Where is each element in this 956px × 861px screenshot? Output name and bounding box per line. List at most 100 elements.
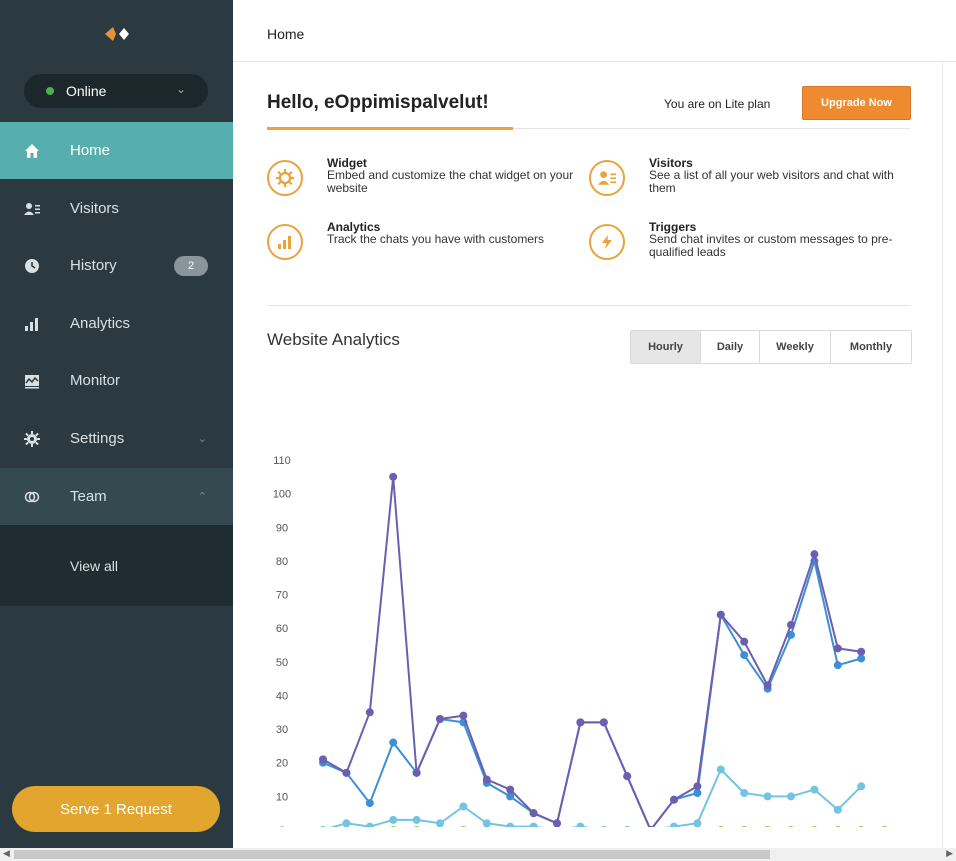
data-point: [718, 826, 724, 827]
range-tabs: Hourly Daily Weekly Monthly: [630, 330, 912, 364]
scroll-right-arrow-icon[interactable]: ▶: [946, 848, 953, 859]
data-point: [576, 822, 585, 827]
tab-hourly[interactable]: Hourly: [631, 331, 701, 363]
data-point: [365, 708, 374, 717]
y-tick-label: 80: [276, 556, 288, 568]
gear-icon: [267, 160, 303, 196]
data-point: [693, 819, 702, 827]
feature-description: Send chat invites or custom messages to …: [649, 232, 893, 259]
feature-description: Embed and customize the chat widget on y…: [327, 168, 574, 195]
data-point: [624, 826, 630, 827]
upgrade-button[interactable]: Upgrade Now: [802, 86, 911, 120]
clock-icon: [24, 258, 40, 274]
y-tick-label: 110: [273, 455, 291, 467]
data-point: [833, 644, 842, 653]
data-point: [857, 782, 866, 791]
data-point: [553, 819, 561, 827]
y-tick-label: 50: [276, 657, 288, 669]
data-point: [320, 826, 326, 827]
data-point: [412, 768, 421, 777]
visitors-icon: [24, 201, 40, 217]
data-point: [413, 826, 420, 827]
data-point: [529, 822, 538, 827]
sidebar-item-label: Home: [70, 142, 111, 159]
data-point: [506, 785, 515, 794]
y-tick-label: 20: [276, 758, 288, 770]
data-point: [390, 826, 396, 827]
data-point: [693, 782, 702, 791]
sidebar-item-label: Visitors: [70, 200, 119, 217]
data-point: [670, 795, 678, 804]
data-point: [365, 799, 374, 808]
sidebar-item-label: Analytics: [70, 315, 131, 332]
data-point: [833, 661, 842, 670]
y-tick-label: 0: [279, 825, 285, 827]
data-point: [787, 792, 795, 801]
series-line: [329, 768, 862, 827]
data-point: [599, 718, 608, 727]
greeting-underline: [267, 127, 513, 130]
data-point: [601, 826, 607, 827]
monitor-icon: [24, 373, 40, 389]
data-point: [763, 681, 772, 690]
scroll-left-arrow-icon[interactable]: ◀: [3, 848, 10, 859]
status-label: Online: [66, 83, 107, 99]
sidebar-item-history[interactable]: History 2: [0, 237, 233, 294]
sidebar-item-analytics[interactable]: Analytics: [0, 295, 233, 352]
sidebar: Online ⌄ Home Visitors History 2 Analyti…: [0, 0, 233, 848]
topbar: Home: [233, 0, 956, 62]
gear-icon: [24, 430, 40, 447]
bar-chart-icon: [24, 316, 40, 332]
data-point: [740, 651, 749, 660]
sidebar-item-visitors[interactable]: Visitors: [0, 180, 233, 237]
data-point: [835, 826, 841, 827]
y-tick-label: 40: [276, 690, 288, 702]
data-point: [810, 785, 819, 794]
app-window: Online ⌄ Home Visitors History 2 Analyti…: [0, 0, 956, 861]
team-icon: [24, 489, 40, 505]
data-point: [741, 826, 747, 827]
data-point: [506, 822, 515, 827]
data-point: [459, 711, 468, 720]
scrollbar-thumb[interactable]: [14, 850, 770, 859]
chevron-up-icon: ⌃: [197, 491, 207, 503]
tab-daily[interactable]: Daily: [701, 331, 760, 363]
data-point: [811, 826, 818, 827]
y-tick-label: 60: [276, 623, 288, 635]
data-point: [482, 819, 491, 827]
data-point: [787, 620, 795, 629]
data-point: [740, 637, 749, 646]
analytics-title: Website Analytics: [267, 330, 400, 349]
logo-icon: [105, 27, 129, 41]
sidebar-item-label: Settings: [70, 430, 125, 447]
data-point: [881, 826, 888, 827]
sidebar-item-team[interactable]: Team ⌃: [0, 468, 233, 525]
visitors-icon: [589, 160, 625, 196]
tab-weekly[interactable]: Weekly: [760, 331, 831, 363]
tab-monthly[interactable]: Monthly: [831, 331, 911, 363]
lightning-icon: [589, 224, 625, 260]
data-point: [482, 775, 491, 784]
status-dropdown[interactable]: Online ⌄: [24, 74, 208, 108]
sidebar-item-monitor[interactable]: Monitor: [0, 352, 233, 409]
horizontal-scrollbar[interactable]: ◀ ▶: [0, 848, 956, 861]
feature-description: See a list of all your web visitors and …: [649, 168, 894, 195]
y-tick-label: 10: [276, 791, 288, 803]
data-point: [716, 765, 725, 774]
data-point: [342, 819, 351, 827]
data-point: [857, 647, 866, 656]
analytics-chart: 01020304050607080901001106:00PM10:00PM2:…: [273, 455, 888, 827]
data-point: [764, 826, 771, 827]
sidebar-item-home[interactable]: Home: [0, 122, 233, 179]
bar-chart-icon: [267, 224, 303, 260]
data-point: [858, 826, 864, 827]
data-point: [460, 826, 467, 827]
data-point: [670, 822, 678, 827]
team-submenu: View all: [0, 525, 233, 606]
sidebar-item-settings[interactable]: Settings ⌄: [0, 410, 233, 467]
data-point: [389, 472, 398, 481]
home-icon: [24, 143, 40, 159]
y-tick-label: 90: [276, 522, 288, 534]
team-view-all-link[interactable]: View all: [70, 558, 118, 574]
serve-request-button[interactable]: Serve 1 Request: [12, 786, 220, 832]
